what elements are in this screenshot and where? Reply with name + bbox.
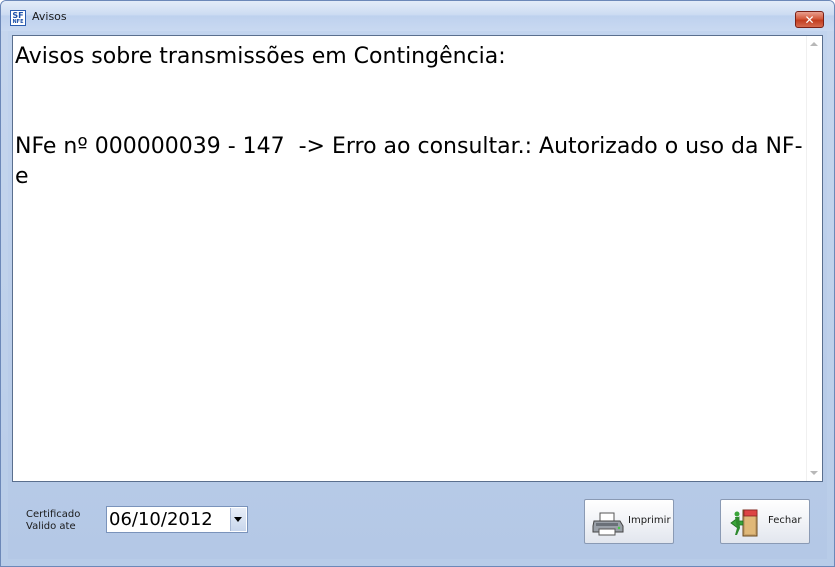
- window-close-button[interactable]: ✕: [795, 11, 824, 28]
- exit-door-icon: [730, 508, 760, 541]
- warnings-memo-text[interactable]: Avisos sobre transmissões em Contingênci…: [15, 42, 803, 192]
- close-button[interactable]: Fechar: [720, 499, 810, 544]
- print-button-label: Imprimir: [628, 515, 671, 526]
- certificate-label-line2: Valido ate: [26, 521, 76, 532]
- printer-icon: [592, 512, 624, 539]
- close-icon: ✕: [804, 13, 815, 27]
- chevron-down-icon: [234, 517, 242, 522]
- certificate-date-picker[interactable]: 06/10/2012: [106, 506, 248, 533]
- scroll-down-arrow-icon[interactable]: [810, 471, 818, 475]
- certificate-label-line1: Certificado: [26, 509, 81, 520]
- title-bar[interactable]: SF NFE Avisos ✕: [1, 1, 834, 31]
- client-area: Avisos sobre transmissões em Contingênci…: [8, 31, 827, 559]
- vertical-scrollbar[interactable]: [806, 36, 822, 481]
- scroll-up-arrow-icon[interactable]: [810, 42, 818, 46]
- certificate-date-value[interactable]: 06/10/2012: [109, 509, 213, 531]
- app-icon-text-bottom: NFE: [12, 19, 24, 25]
- certificate-label: Certificado Valido ate: [26, 509, 80, 533]
- avisos-window: SF NFE Avisos ✕ Avisos sobre transmissõe…: [0, 0, 835, 567]
- warnings-memo[interactable]: Avisos sobre transmissões em Contingênci…: [12, 35, 823, 482]
- date-dropdown-button[interactable]: [230, 508, 246, 531]
- window-title: Avisos: [32, 10, 67, 23]
- print-button[interactable]: Imprimir: [584, 499, 674, 544]
- close-button-label: Fechar: [768, 515, 802, 526]
- app-icon: SF NFE: [10, 10, 26, 26]
